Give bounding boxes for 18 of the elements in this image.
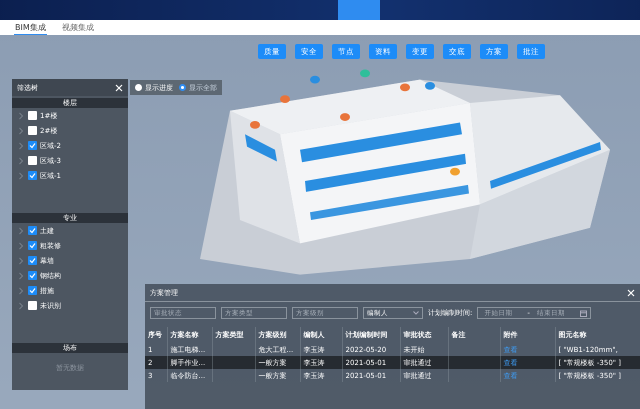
checkbox[interactable]: [28, 156, 37, 165]
checkbox[interactable]: [28, 241, 37, 250]
checkbox[interactable]: [28, 271, 37, 280]
radio-button[interactable]: [179, 84, 186, 91]
close-icon[interactable]: [627, 288, 635, 296]
calendar-icon[interactable]: [580, 310, 587, 316]
checkbox[interactable]: [28, 286, 37, 295]
caret-icon: [413, 311, 419, 315]
checkbox[interactable]: [28, 141, 37, 150]
radio-button[interactable]: [135, 84, 142, 91]
checkbox[interactable]: [28, 226, 37, 235]
tab[interactable]: 视频集成: [60, 20, 95, 35]
checkbox[interactable]: [28, 126, 37, 135]
checkbox[interactable]: [28, 256, 37, 265]
close-icon[interactable]: [115, 84, 123, 92]
checkbox[interactable]: [28, 171, 37, 180]
checkbox[interactable]: [28, 111, 37, 120]
checkbox[interactable]: [28, 301, 37, 310]
